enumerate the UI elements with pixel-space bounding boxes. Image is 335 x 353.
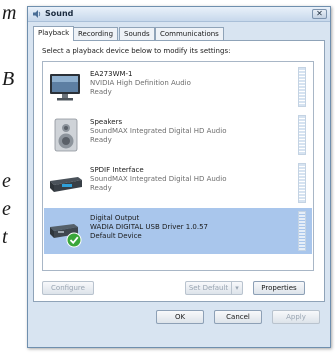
- chevron-down-icon: ▾: [235, 284, 239, 292]
- device-driver: WADIA DIGITAL USB Driver 1.0.57: [90, 223, 209, 231]
- volume-level-meter: [298, 211, 306, 251]
- speaker-icon: [54, 118, 78, 152]
- list-item[interactable]: EA273WM-1 NVIDIA High Definition Audio R…: [44, 64, 312, 110]
- set-default-dropdown-button[interactable]: ▾: [231, 281, 243, 295]
- set-default-button[interactable]: Set Default: [185, 281, 232, 295]
- close-icon: ✕: [316, 9, 323, 18]
- speaker-icon: [33, 10, 41, 18]
- sound-dialog: Sound ✕ Playback Recording Sounds Commun…: [27, 6, 331, 348]
- background-text-fragment: B: [2, 68, 15, 90]
- device-name: Speakers: [90, 118, 123, 126]
- background-text-fragment: t: [2, 226, 8, 248]
- device-name: Digital Output: [90, 214, 140, 222]
- ok-button[interactable]: OK: [156, 310, 204, 324]
- device-status: Default Device: [90, 232, 142, 240]
- playback-panel: Select a playback device below to modify…: [33, 40, 325, 302]
- spdif-device-icon: [50, 177, 82, 192]
- list-item[interactable]: Speakers SoundMAX Integrated Digital HD …: [44, 112, 312, 158]
- properties-button[interactable]: Properties: [253, 281, 305, 295]
- tab-communications[interactable]: Communications: [155, 27, 224, 40]
- device-driver: SoundMAX Integrated Digital HD Audio: [90, 175, 227, 183]
- tab-sounds[interactable]: Sounds: [119, 27, 155, 40]
- device-status: Ready: [90, 88, 112, 96]
- background-text-fragment: e: [2, 198, 11, 220]
- instruction-text: Select a playback device below to modify…: [42, 47, 231, 55]
- cancel-button[interactable]: Cancel: [214, 310, 262, 324]
- background-text-fragment: e: [2, 170, 11, 192]
- apply-button[interactable]: Apply: [272, 310, 320, 324]
- volume-level-meter: [298, 163, 306, 203]
- device-driver: SoundMAX Integrated Digital HD Audio: [90, 127, 227, 135]
- usb-dac-icon: [50, 224, 82, 248]
- device-list[interactable]: EA273WM-1 NVIDIA High Definition Audio R…: [42, 61, 314, 271]
- device-status: Ready: [90, 184, 112, 192]
- tab-recording[interactable]: Recording: [73, 27, 119, 40]
- window-title: Sound: [45, 9, 74, 18]
- device-driver: NVIDIA High Definition Audio: [90, 79, 191, 87]
- configure-button[interactable]: Configure: [42, 281, 94, 295]
- volume-level-meter: [298, 67, 306, 107]
- device-name: EA273WM-1: [90, 70, 133, 78]
- list-item[interactable]: Digital Output WADIA DIGITAL USB Driver …: [44, 208, 312, 254]
- monitor-icon: [50, 74, 80, 101]
- tab-playback[interactable]: Playback: [33, 26, 75, 41]
- volume-level-meter: [298, 115, 306, 155]
- background-text-fragment: m: [2, 2, 17, 24]
- close-button[interactable]: ✕: [312, 9, 327, 19]
- list-item[interactable]: SPDIF Interface SoundMAX Integrated Digi…: [44, 160, 312, 206]
- device-status: Ready: [90, 136, 112, 144]
- title-bar[interactable]: Sound ✕: [28, 7, 330, 22]
- device-name: SPDIF Interface: [90, 166, 144, 174]
